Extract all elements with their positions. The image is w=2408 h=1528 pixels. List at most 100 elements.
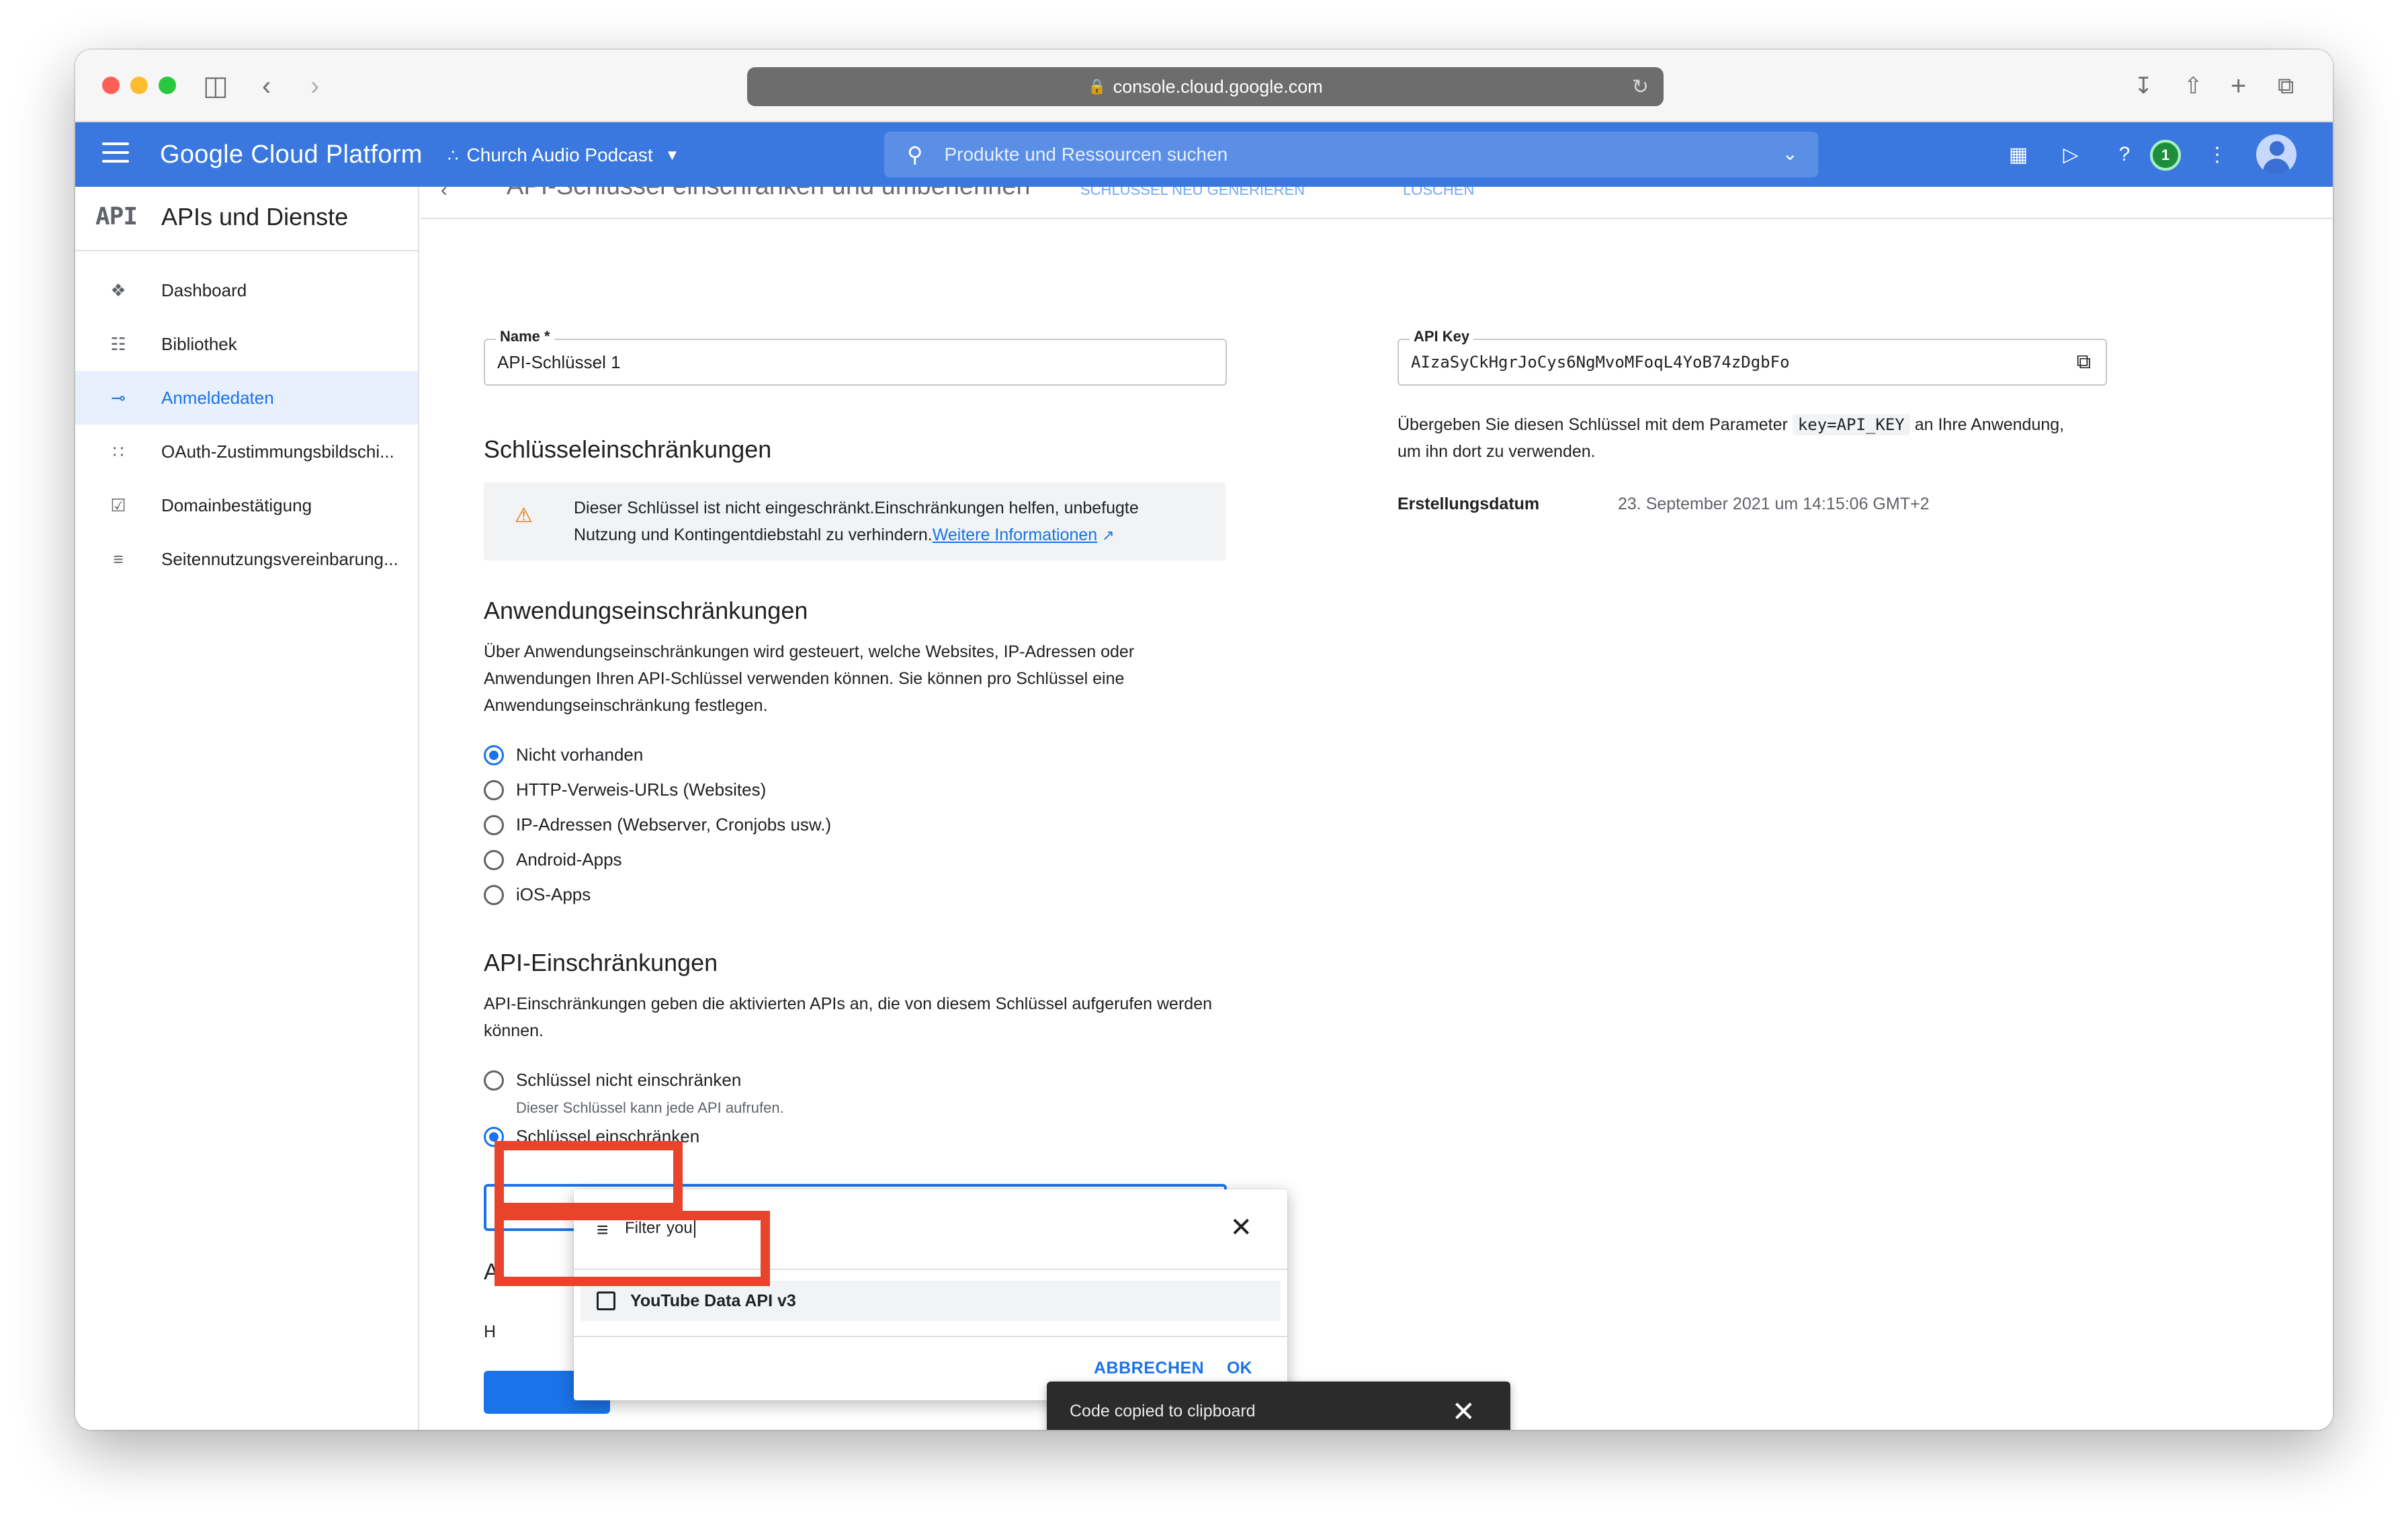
name-label: Name * xyxy=(496,328,554,345)
sidebar-item-dashboard[interactable]: ❖ Dashboard xyxy=(75,263,418,317)
sidebar-item-label: Dashboard xyxy=(161,280,247,300)
help-icon[interactable]: ? xyxy=(2108,138,2141,171)
sidebar-item-oauth[interactable]: ∷ OAuth-Zustimmungsbildschi... xyxy=(75,425,418,478)
api-key-value: AIzaSyCkHgrJoCys6NgMvoMFoqL4YoB74zDgbFo xyxy=(1411,353,1790,372)
copy-icon[interactable]: ⧉ xyxy=(2077,351,2091,374)
usage-code: key=API_KEY xyxy=(1792,414,1910,435)
share-icon[interactable]: ⇧ xyxy=(2184,73,2203,99)
filter-label: Filter xyxy=(625,1219,661,1237)
snackbar-toast: Code copied to clipboard ✕ xyxy=(1047,1382,1510,1430)
delete-key-button[interactable]: LÖSCHEN xyxy=(1403,187,1474,199)
sidebar-item-label: Domainbestätigung xyxy=(161,495,312,515)
radio-api-restrict[interactable]: Schlüssel einschränken xyxy=(484,1126,699,1147)
ok-button[interactable]: OK xyxy=(1227,1359,1252,1378)
gift-icon[interactable]: ▦ xyxy=(2002,138,2034,171)
sidebar-item-domain[interactable]: ☑ Domainbestätigung xyxy=(75,478,418,532)
project-selector[interactable]: ∴ Church Audio Podcast ▼ xyxy=(447,142,679,168)
sidebar-toggle-icon[interactable]: ◫ xyxy=(203,73,228,99)
external-link-icon: ↗ xyxy=(1102,527,1115,544)
sidebar-title: APIs und Dienste xyxy=(161,203,349,230)
filter-input[interactable]: you xyxy=(666,1219,695,1238)
usage-text-part: an Ihre Anwendung, xyxy=(1914,415,2065,434)
back-icon[interactable]: ‹ xyxy=(262,73,271,99)
learn-more-link[interactable]: Weitere Informationen xyxy=(933,525,1098,544)
project-icon: ∴ xyxy=(447,145,459,165)
chevron-down-icon[interactable]: ⌄ xyxy=(1782,142,1798,165)
address-bar[interactable]: 🔒 console.cloud.google.com ↻ xyxy=(747,67,1664,106)
sidebar-item-label: Anmeldedaten xyxy=(161,387,274,408)
close-toast-icon[interactable]: ✕ xyxy=(1452,1395,1475,1428)
api-logo: API xyxy=(95,203,138,230)
warning-banner: ⚠ Dieser Schlüssel ist nicht eingeschrän… xyxy=(484,482,1226,560)
api-key-field[interactable]: AIzaSyCkHgrJoCys6NgMvoMFoqL4YoB74zDgbFo … xyxy=(1398,339,2107,386)
sidebar-item-label: Seitennutzungsvereinbarung... xyxy=(161,548,398,569)
cancel-button[interactable]: ABBRECHEN xyxy=(1094,1359,1204,1378)
tab-overview-icon[interactable]: ⧉ xyxy=(2278,73,2294,99)
radio-label: IP-Adressen (Webserver, Cronjobs usw.) xyxy=(516,814,832,835)
minimize-window-button[interactable] xyxy=(130,77,148,94)
search-bar[interactable]: ⚲ Produkte und Ressourcen suchen ⌄ xyxy=(884,132,1818,177)
radio-label: iOS-Apps xyxy=(516,884,591,904)
name-input-value: API-Schlüssel 1 xyxy=(497,351,621,372)
radio-app-ios[interactable]: iOS-Apps xyxy=(484,884,591,905)
sidebar-item-credentials[interactable]: ⊸ Anmeldedaten xyxy=(75,371,418,425)
no-restrict-subtext: Dieser Schlüssel kann jede API aufrufen. xyxy=(516,1099,784,1116)
browser-toolbar: ◫ ‹ › 🔒 console.cloud.google.com ↻ ↧ ⇧ +… xyxy=(75,50,2333,122)
radio-circle xyxy=(484,1126,504,1147)
name-input[interactable]: API-Schlüssel 1 xyxy=(484,339,1227,386)
forward-icon[interactable]: › xyxy=(310,73,319,99)
radio-app-android[interactable]: Android-Apps xyxy=(484,849,622,870)
option-label: YouTube Data API v3 xyxy=(630,1291,796,1310)
cloud-shell-icon[interactable]: ▷ xyxy=(2055,138,2087,171)
key-restrictions-heading: Schlüsseleinschränkungen xyxy=(484,435,772,463)
api-select-dropdown: ≡ Filter you ✕ YouTube Data API v3 ABBRE… xyxy=(574,1189,1287,1400)
menu-icon[interactable] xyxy=(102,142,129,165)
zoom-window-button[interactable] xyxy=(159,77,176,94)
dashboard-icon: ❖ xyxy=(110,280,126,300)
oauth-icon: ∷ xyxy=(112,441,124,462)
regenerate-key-button[interactable]: SCHLÜSSEL NEU GENERIEREN xyxy=(1080,187,1305,199)
radio-circle xyxy=(484,884,504,905)
close-window-button[interactable] xyxy=(102,77,120,94)
filter-row[interactable]: ≡ Filter you ✕ xyxy=(574,1189,1287,1270)
library-icon: ☷ xyxy=(110,333,126,354)
sidebar-item-label: Bibliothek xyxy=(161,333,237,354)
dropdown-divider xyxy=(574,1336,1287,1337)
radio-circle xyxy=(484,745,504,765)
sidebar: API APIs und Dienste ❖ Dashboard ☷ Bibli… xyxy=(75,187,419,1430)
dropdown-option-youtube[interactable]: YouTube Data API v3 xyxy=(580,1281,1281,1321)
created-value: 23. September 2021 um 14:15:06 GMT+2 xyxy=(1618,495,1930,513)
notifications-badge[interactable]: 1 xyxy=(2150,140,2181,171)
radio-label: Schlüssel einschränken xyxy=(516,1126,700,1146)
radio-circle xyxy=(484,779,504,800)
radio-circle xyxy=(484,814,504,835)
created-label: Erstellungsdatum xyxy=(1398,495,1540,513)
radio-circle xyxy=(484,849,504,870)
sidebar-item-page-usage[interactable]: ≡ Seitennutzungsvereinbarung... xyxy=(75,532,418,586)
new-tab-icon[interactable]: + xyxy=(2231,73,2246,99)
radio-label: Nicht vorhanden xyxy=(516,745,644,765)
api-restrictions-heading: API-Einschränkungen xyxy=(484,949,718,976)
radio-app-ip[interactable]: IP-Adressen (Webserver, Cronjobs usw.) xyxy=(484,814,831,835)
radio-label: Schlüssel nicht einschränken xyxy=(516,1070,742,1090)
brand-title[interactable]: Google Cloud Platform xyxy=(160,137,423,172)
download-icon[interactable]: ↧ xyxy=(2134,73,2153,99)
radio-label: HTTP-Verweis-URLs (Websites) xyxy=(516,779,767,800)
radio-app-none[interactable]: Nicht vorhanden xyxy=(484,745,643,765)
back-arrow-icon[interactable]: ‹ xyxy=(441,187,447,202)
project-name: Church Audio Podcast xyxy=(466,144,653,165)
option-checkbox[interactable] xyxy=(597,1291,615,1310)
url-text: console.cloud.google.com xyxy=(1113,76,1323,97)
clear-filter-icon[interactable]: ✕ xyxy=(1230,1212,1252,1243)
api-key-label: API Key xyxy=(1410,328,1474,345)
account-avatar[interactable] xyxy=(2256,134,2296,175)
radio-api-no-restrict[interactable]: Schlüssel nicht einschränken xyxy=(484,1070,741,1091)
radio-circle xyxy=(484,1070,504,1091)
usage-text: Übergeben Sie diesen Schlüssel mit dem P… xyxy=(1398,411,2137,465)
sidebar-item-library[interactable]: ☷ Bibliothek xyxy=(75,317,418,371)
reload-icon[interactable]: ↻ xyxy=(1632,75,1649,99)
more-vert-icon[interactable]: ⋮ xyxy=(2201,138,2233,171)
search-placeholder: Produkte und Ressourcen suchen xyxy=(944,144,1228,165)
radio-app-http[interactable]: HTTP-Verweis-URLs (Websites) xyxy=(484,779,766,800)
usage-text-part: Übergeben Sie diesen Schlüssel mit dem P… xyxy=(1398,415,1788,434)
